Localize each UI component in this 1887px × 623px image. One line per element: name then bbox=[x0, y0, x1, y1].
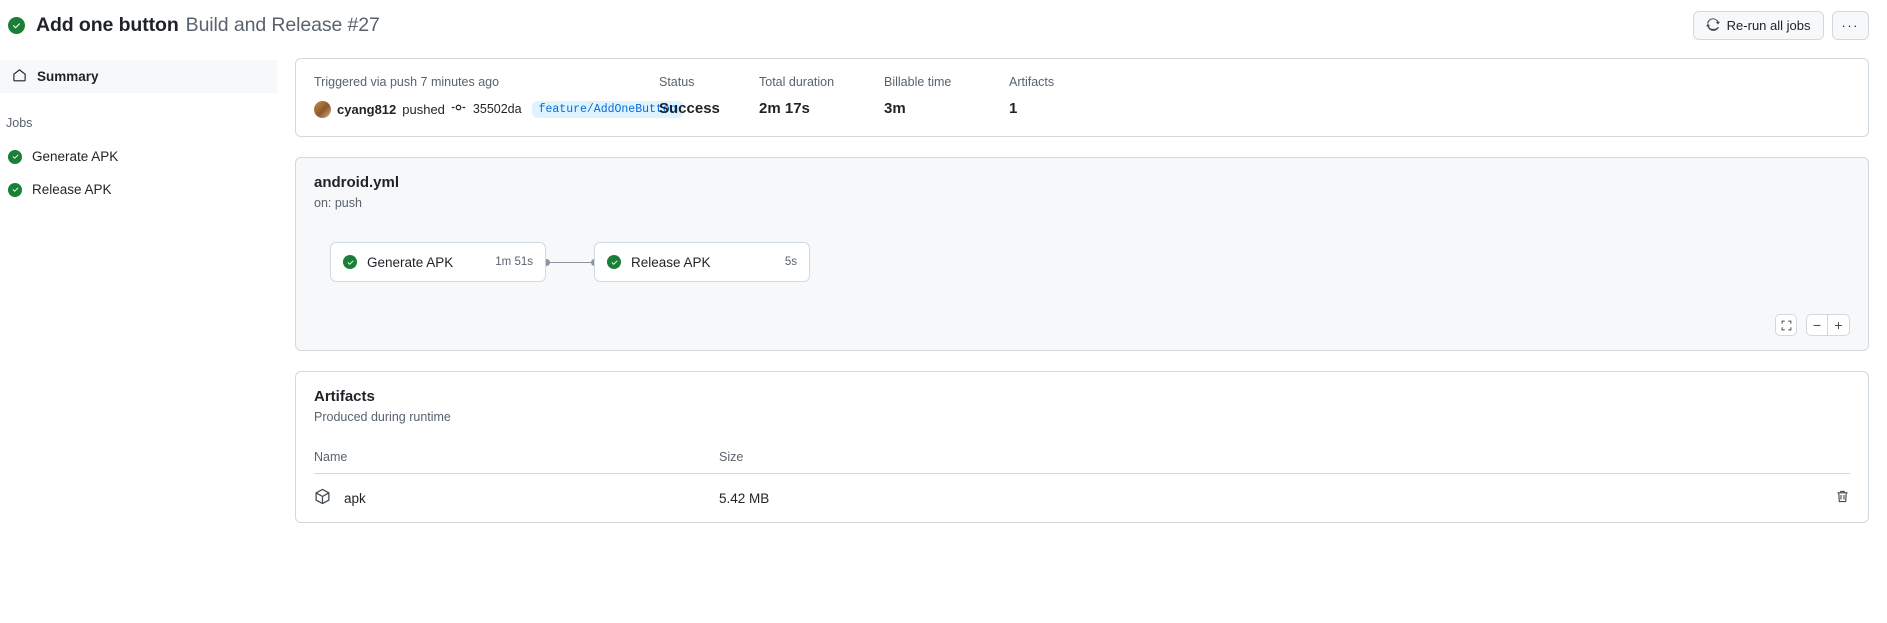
sidebar-job-label: Release APK bbox=[32, 182, 112, 197]
sidebar-job-label: Generate APK bbox=[32, 149, 119, 164]
rerun-all-jobs-button[interactable]: Re-run all jobs bbox=[1692, 10, 1824, 40]
check-circle-icon bbox=[343, 255, 357, 269]
fullscreen-icon[interactable] bbox=[1775, 314, 1797, 336]
overflow-menu-button[interactable]: ··· bbox=[1831, 10, 1869, 40]
workflow-run-name: Build and Release #27 bbox=[185, 13, 380, 36]
workflow-trigger: on: push bbox=[314, 196, 362, 210]
stat-value: Success bbox=[659, 100, 720, 117]
table-row: apk 5.42 MB bbox=[314, 474, 1850, 522]
column-header-name: Name bbox=[314, 450, 348, 464]
home-icon bbox=[12, 68, 27, 86]
kebab-icon: ··· bbox=[1841, 17, 1859, 33]
graph-zoom-buttons: − + bbox=[1806, 314, 1850, 336]
check-circle-icon bbox=[8, 182, 22, 197]
artifact-size: 5.42 MB bbox=[719, 490, 770, 506]
artifact-name[interactable]: apk bbox=[344, 491, 366, 506]
stat-value: 3m bbox=[884, 100, 906, 117]
graph-edge bbox=[546, 262, 594, 263]
actor-name[interactable]: cyang812 bbox=[337, 102, 396, 117]
avatar bbox=[314, 100, 331, 118]
trigger-text: Triggered via push 7 minutes ago bbox=[314, 75, 500, 89]
trigger-column: Triggered via push 7 minutes ago cyang81… bbox=[314, 75, 684, 118]
stat-status: Status Success bbox=[659, 75, 759, 118]
graph-node-release-apk[interactable]: Release APK 5s bbox=[594, 242, 810, 282]
graph-node-generate-apk[interactable]: Generate APK 1m 51s bbox=[330, 242, 546, 282]
artifacts-card: Artifacts Produced during runtime Name S… bbox=[295, 371, 1869, 523]
stat-value: 1 bbox=[1009, 100, 1018, 117]
workflow-graph: Generate APK 1m 51s Release APK 5s bbox=[314, 242, 1850, 288]
main-content: Triggered via push 7 minutes ago cyang81… bbox=[277, 50, 1887, 623]
stat-artifacts: Artifacts 1 bbox=[1009, 75, 1109, 118]
graph-node-duration: 5s bbox=[784, 256, 797, 268]
stat-label: Artifacts bbox=[1009, 75, 1055, 89]
column-header-size: Size bbox=[719, 450, 744, 464]
stat-label: Billable time bbox=[884, 75, 952, 89]
commit-sha[interactable]: 35502da bbox=[473, 102, 522, 116]
graph-node-label: Release APK bbox=[631, 254, 711, 270]
graph-zoom-controls: − + bbox=[1775, 314, 1850, 336]
stat-billable-time: Billable time 3m bbox=[884, 75, 1009, 118]
sidebar-item-release-apk[interactable]: Release APK bbox=[0, 173, 277, 206]
header-actions: Re-run all jobs ··· bbox=[1692, 10, 1869, 40]
commit-author-row: cyang812 pushed 35502da feature/AddOneBu… bbox=[314, 100, 684, 118]
rerun-all-jobs-label: Re-run all jobs bbox=[1726, 17, 1811, 33]
sidebar-item-summary-label: Summary bbox=[37, 69, 99, 84]
sidebar-item-summary[interactable]: Summary bbox=[0, 60, 277, 93]
package-icon bbox=[314, 488, 331, 508]
artifacts-subtitle: Produced during runtime bbox=[314, 410, 451, 424]
stat-label: Total duration bbox=[759, 75, 835, 89]
run-summary-card: Triggered via push 7 minutes ago cyang81… bbox=[295, 58, 1869, 137]
check-circle-icon bbox=[607, 255, 621, 269]
page-title: Add one button bbox=[36, 13, 179, 36]
page-header: Add one button Build and Release #27 Re-… bbox=[0, 0, 1887, 50]
check-circle-icon bbox=[8, 16, 25, 34]
page-body: Summary Jobs Generate APK Release APK Tr… bbox=[0, 50, 1887, 623]
sync-icon bbox=[1705, 17, 1720, 34]
pushed-label: pushed bbox=[402, 101, 445, 117]
commit-icon bbox=[451, 100, 466, 118]
sidebar: Summary Jobs Generate APK Release APK bbox=[0, 50, 277, 623]
zoom-out-button[interactable]: − bbox=[1806, 314, 1828, 336]
stat-value: 2m 17s bbox=[759, 100, 810, 117]
zoom-in-button[interactable]: + bbox=[1828, 314, 1850, 336]
artifact-name-cell: apk bbox=[314, 488, 719, 508]
graph-node-duration: 1m 51s bbox=[495, 256, 533, 268]
stat-total-duration: Total duration 2m 17s bbox=[759, 75, 884, 118]
check-circle-icon bbox=[8, 149, 22, 164]
graph-node-label: Generate APK bbox=[367, 254, 454, 270]
sidebar-item-generate-apk[interactable]: Generate APK bbox=[0, 140, 277, 173]
sidebar-jobs-heading: Jobs bbox=[6, 116, 33, 130]
artifacts-title: Artifacts bbox=[314, 388, 375, 405]
stat-label: Status bbox=[659, 75, 695, 89]
workflow-file-name: android.yml bbox=[314, 174, 400, 191]
trash-icon[interactable] bbox=[1835, 489, 1850, 507]
workflow-graph-card: android.yml on: push Generate APK 1m 51s bbox=[295, 157, 1869, 351]
artifacts-table-header: Name Size bbox=[314, 424, 1850, 474]
